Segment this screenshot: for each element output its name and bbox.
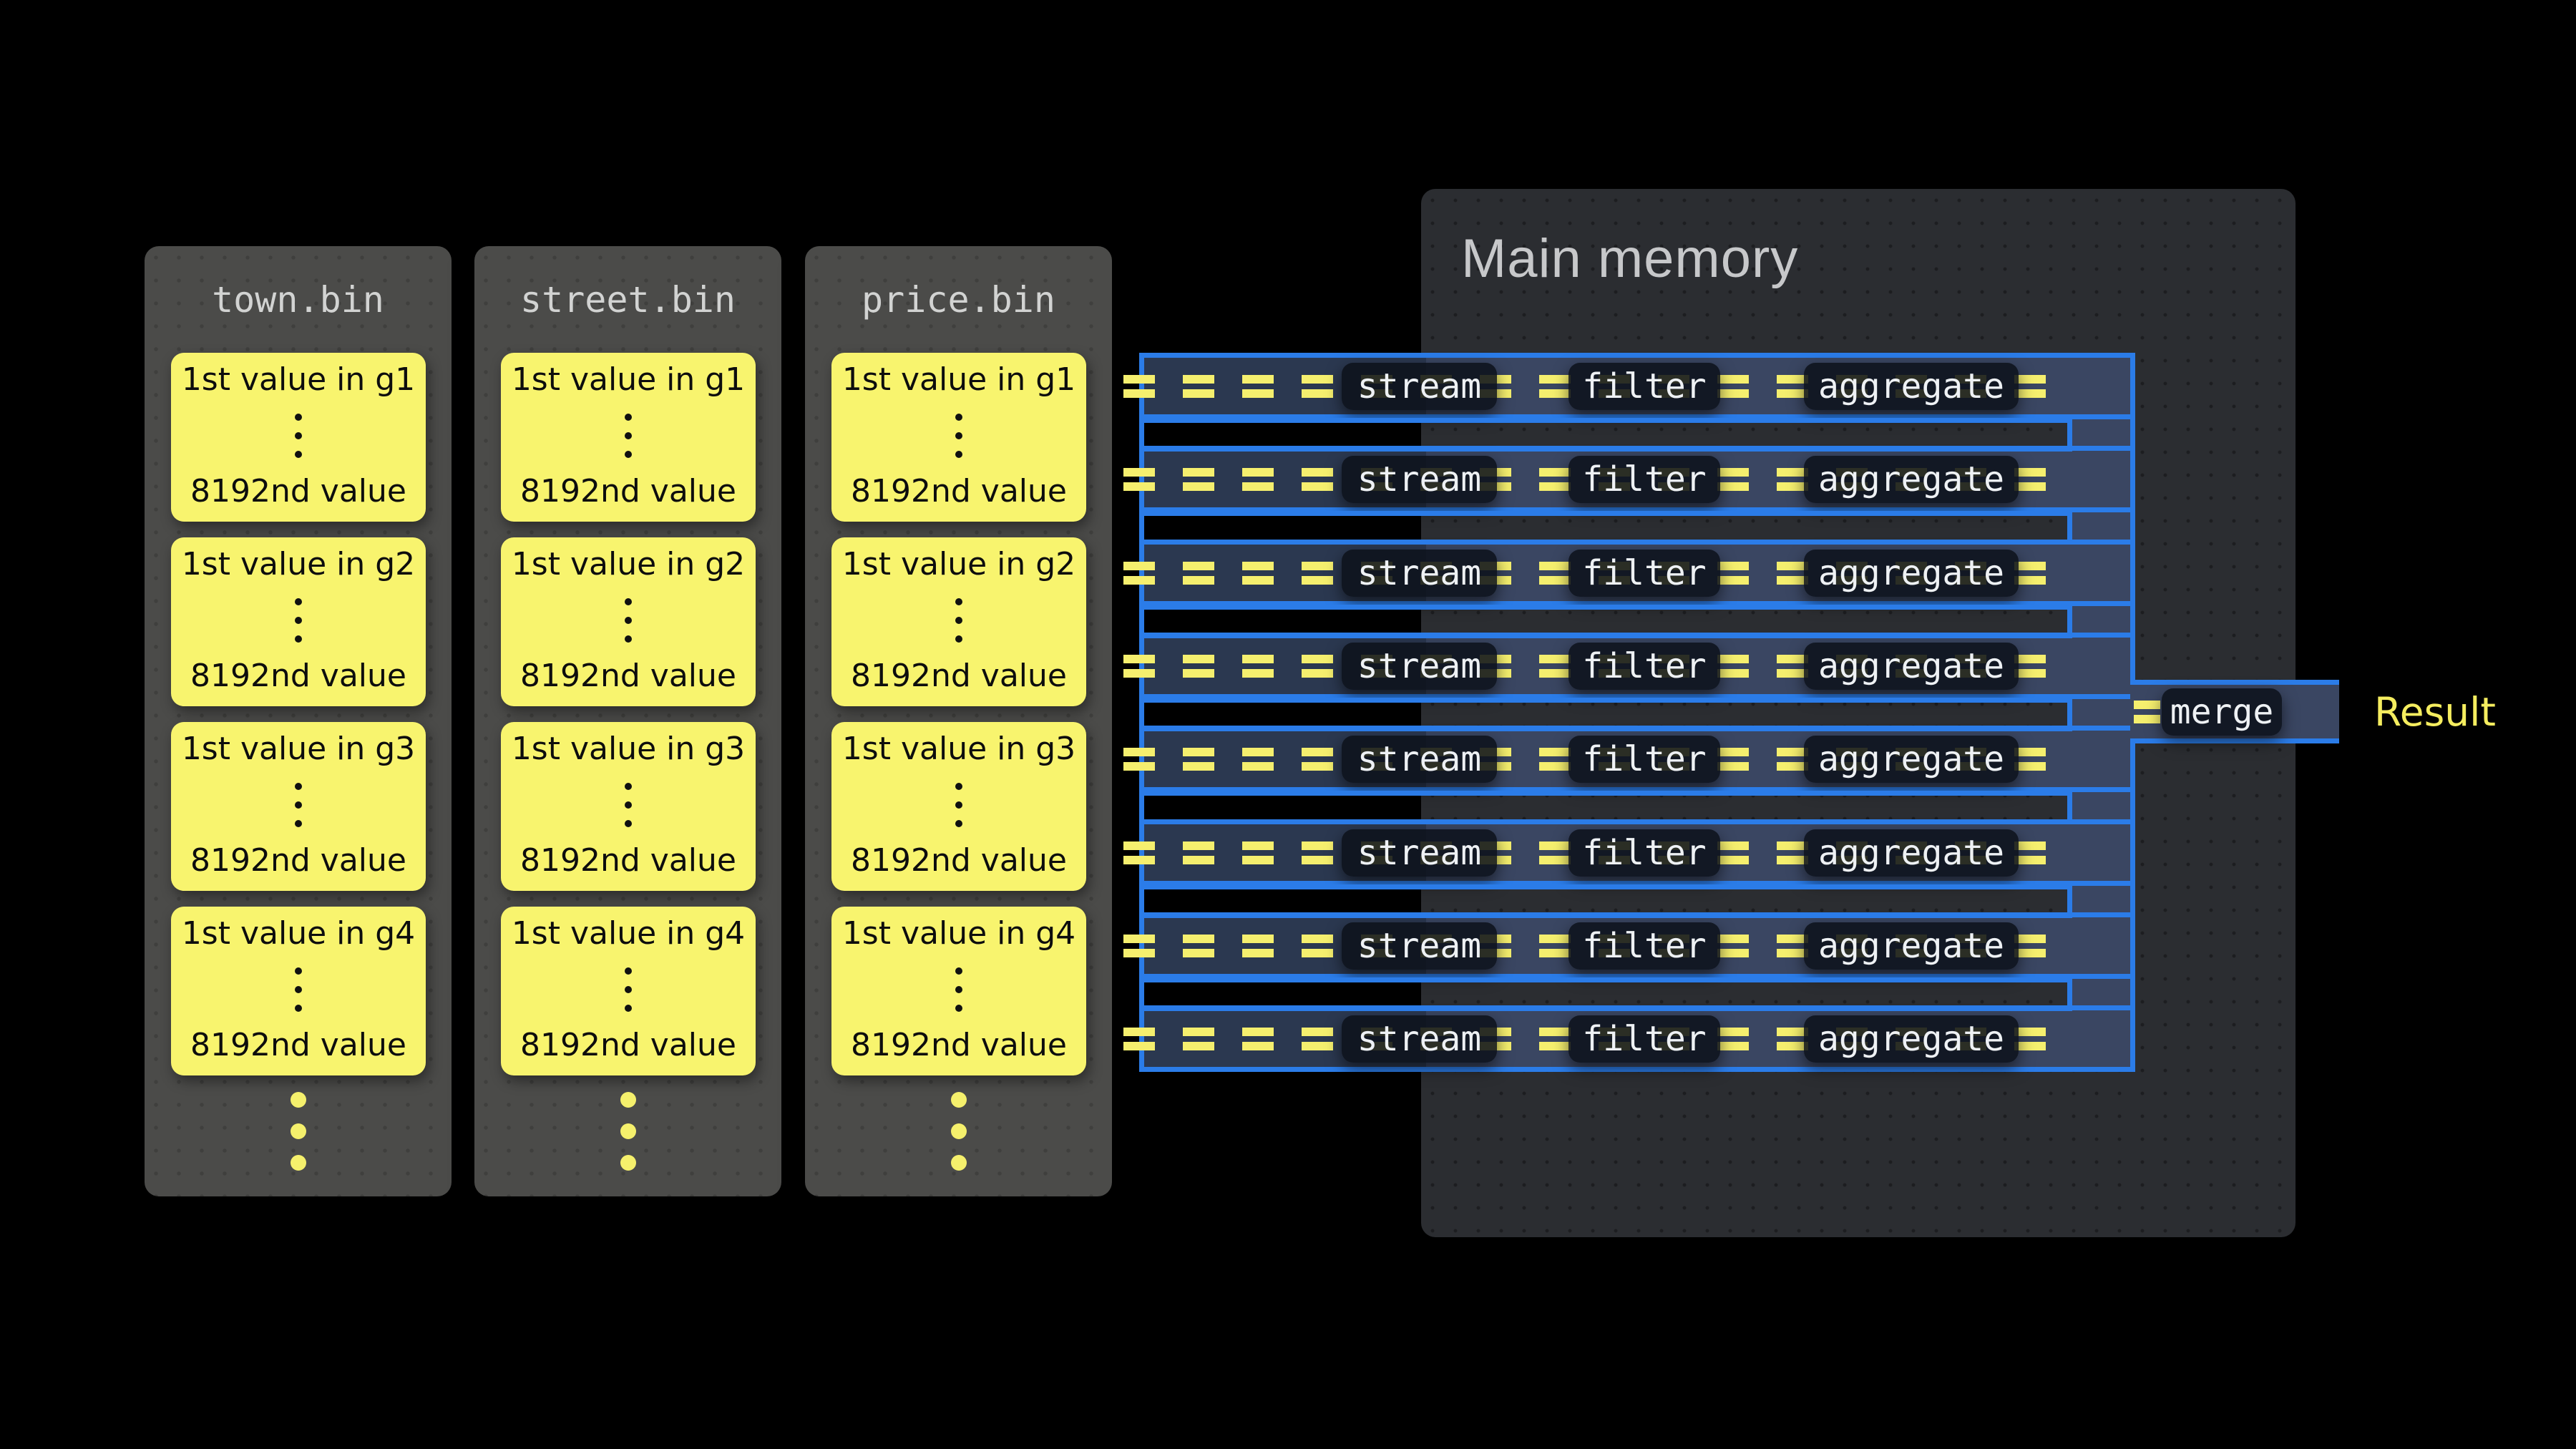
vector-block-g4: 1st value in g4 8192nd value — [171, 907, 426, 1075]
vector-block-g1: 1st value in g1 8192nd value — [501, 353, 756, 522]
block-last-value: 8192nd value — [851, 474, 1067, 509]
main-memory-panel: Main memory — [1421, 189, 2296, 1237]
vector-block-g4: 1st value in g4 8192nd value — [501, 907, 756, 1075]
vector-block-g2: 1st value in g2 8192nd value — [501, 537, 756, 706]
block-last-value: 8192nd value — [520, 659, 736, 693]
vector-block-g2: 1st value in g2 8192nd value — [831, 537, 1086, 706]
vector-block-g3: 1st value in g3 8192nd value — [831, 722, 1086, 891]
block-last-value: 8192nd value — [851, 844, 1067, 878]
vector-block-g3: 1st value in g3 8192nd value — [171, 722, 426, 891]
block-last-value: 8192nd value — [851, 1028, 1067, 1063]
block-first-value: 1st value in g4 — [842, 917, 1075, 951]
more-groups-dots — [474, 1092, 781, 1171]
diagram-canvas: Main memory town.bin 1st value in g1 819… — [0, 0, 2576, 1449]
block-last-value: 8192nd value — [520, 1028, 736, 1063]
more-groups-dots — [805, 1092, 1112, 1171]
block-last-value: 8192nd value — [190, 1028, 406, 1063]
block-last-value: 8192nd value — [190, 844, 406, 878]
vector-block-g1: 1st value in g1 8192nd value — [171, 353, 426, 522]
block-first-value: 1st value in g1 — [182, 363, 415, 397]
file-name: town.bin — [145, 246, 452, 353]
vector-blocks: 1st value in g1 8192nd value 1st value i… — [145, 353, 452, 1075]
vector-blocks: 1st value in g1 8192nd value 1st value i… — [474, 353, 781, 1075]
ellipsis-dots — [625, 414, 632, 458]
vector-block-g3: 1st value in g3 8192nd value — [501, 722, 756, 891]
ellipsis-dots — [625, 783, 632, 827]
block-last-value: 8192nd value — [190, 474, 406, 509]
block-first-value: 1st value in g4 — [182, 917, 415, 951]
block-first-value: 1st value in g1 — [842, 363, 1075, 397]
block-first-value: 1st value in g3 — [842, 732, 1075, 766]
file-column-town: town.bin 1st value in g1 8192nd value 1s… — [145, 246, 452, 1196]
ellipsis-dots — [955, 598, 962, 643]
block-first-value: 1st value in g4 — [512, 917, 745, 951]
ellipsis-dots — [625, 967, 632, 1012]
ellipsis-dots — [625, 598, 632, 643]
vector-block-g2: 1st value in g2 8192nd value — [171, 537, 426, 706]
block-last-value: 8192nd value — [520, 474, 736, 509]
ellipsis-dots — [295, 967, 302, 1012]
ellipsis-dots — [955, 414, 962, 458]
ellipsis-dots — [295, 414, 302, 458]
more-groups-dots — [145, 1092, 452, 1171]
ellipsis-dots — [955, 967, 962, 1012]
main-memory-title: Main memory — [1461, 228, 1798, 290]
vector-blocks: 1st value in g1 8192nd value 1st value i… — [805, 353, 1112, 1075]
ellipsis-dots — [295, 783, 302, 827]
block-last-value: 8192nd value — [851, 659, 1067, 693]
block-last-value: 8192nd value — [520, 844, 736, 878]
file-column-street: street.bin 1st value in g1 8192nd value … — [474, 246, 781, 1196]
block-first-value: 1st value in g2 — [182, 547, 415, 582]
file-name: price.bin — [805, 246, 1112, 353]
file-column-price: price.bin 1st value in g1 8192nd value 1… — [805, 246, 1112, 1196]
block-first-value: 1st value in g3 — [182, 732, 415, 766]
block-last-value: 8192nd value — [190, 659, 406, 693]
block-first-value: 1st value in g2 — [842, 547, 1075, 582]
ellipsis-dots — [295, 598, 302, 643]
block-first-value: 1st value in g1 — [512, 363, 745, 397]
block-first-value: 1st value in g3 — [512, 732, 745, 766]
result-label: Result — [2374, 689, 2496, 735]
file-name: street.bin — [474, 246, 781, 353]
vector-block-g1: 1st value in g1 8192nd value — [831, 353, 1086, 522]
ellipsis-dots — [955, 783, 962, 827]
block-first-value: 1st value in g2 — [512, 547, 745, 582]
vector-block-g4: 1st value in g4 8192nd value — [831, 907, 1086, 1075]
